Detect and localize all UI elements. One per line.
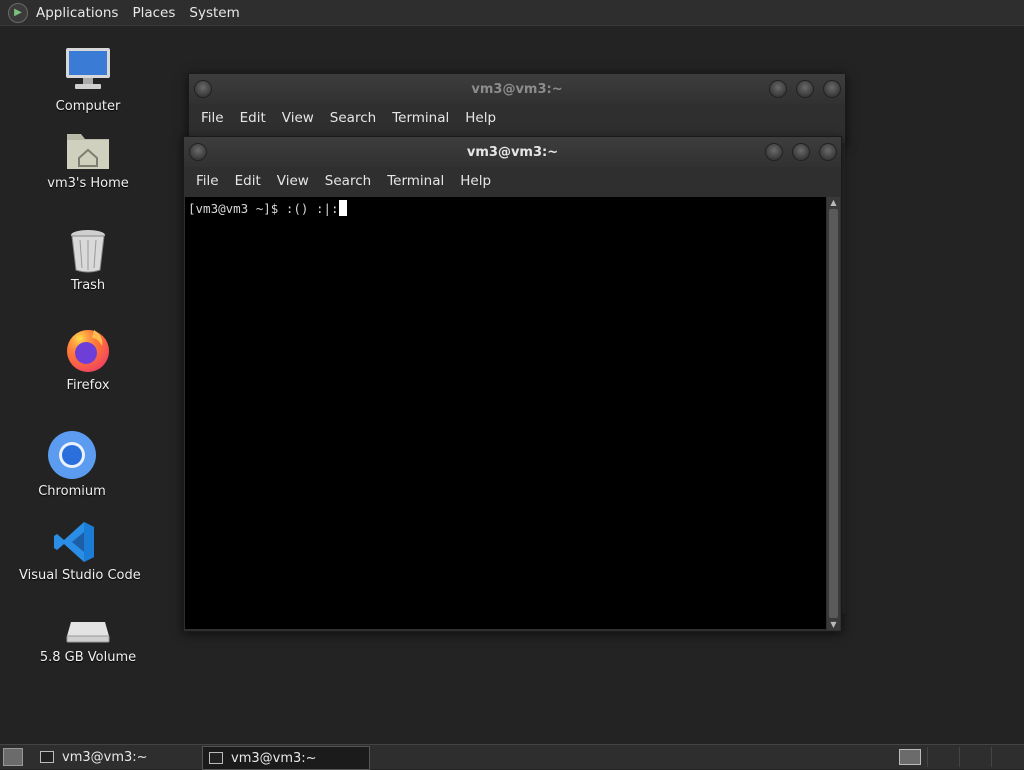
desktop-icon-label: 5.8 GB Volume	[39, 650, 137, 665]
workspace-window-thumb	[899, 749, 921, 765]
window-menubar: File Edit View Search Terminal Help	[184, 167, 841, 195]
taskbar-item-label: vm3@vm3:~	[62, 749, 148, 765]
desktop-icon-label: Trash	[70, 278, 106, 293]
window-titlebar[interactable]: vm3@vm3:~	[184, 137, 841, 167]
bottom-panel: vm3@vm3:~ vm3@vm3:~	[0, 744, 1024, 770]
menu-edit[interactable]: Edit	[236, 110, 278, 126]
menu-search[interactable]: Search	[321, 173, 383, 189]
desktop-icon-firefox[interactable]: Firefox	[33, 326, 143, 393]
terminal-icon	[40, 751, 54, 763]
desktop-icon-trash[interactable]: Trash	[33, 228, 143, 293]
window-titlebar[interactable]: vm3@vm3:~	[189, 74, 845, 104]
desktop-icon-computer[interactable]: Computer	[33, 45, 143, 114]
window-title: vm3@vm3:~	[466, 144, 559, 160]
applications-logo-icon[interactable]: ▶	[8, 2, 28, 23]
computer-icon	[63, 45, 113, 95]
menu-view[interactable]: View	[278, 110, 326, 126]
scroll-up-icon[interactable]: ▲	[827, 198, 840, 207]
window-menubar: File Edit View Search Terminal Help	[189, 104, 845, 132]
terminal-output[interactable]: [vm3@vm3 ~]$ :() :|:	[185, 197, 826, 629]
text-cursor	[338, 200, 347, 216]
terminal-prompt: [vm3@vm3 ~]$	[188, 201, 286, 216]
desktop-icon-chromium[interactable]: Chromium	[17, 430, 127, 499]
menu-terminal[interactable]: Terminal	[383, 173, 456, 189]
scroll-down-icon[interactable]: ▼	[827, 620, 840, 629]
firefox-icon	[64, 326, 112, 374]
workspace-1[interactable]	[895, 747, 925, 767]
desktop-icon-home[interactable]: vm3's Home	[33, 128, 143, 191]
scroll-thumb[interactable]	[829, 209, 838, 618]
taskbar-item-active[interactable]: vm3@vm3:~	[202, 746, 370, 770]
home-folder-icon	[65, 128, 111, 172]
desktop-icon-label: Computer	[55, 99, 121, 114]
maximize-icon[interactable]	[792, 143, 810, 161]
window-menu-icon[interactable]	[189, 143, 207, 161]
menu-places[interactable]: Places	[126, 5, 183, 21]
window-title: vm3@vm3:~	[471, 81, 563, 97]
minimize-icon[interactable]	[769, 80, 787, 98]
terminal-icon	[209, 752, 223, 764]
show-desktop-icon[interactable]	[3, 748, 23, 766]
workspace-2[interactable]	[927, 747, 958, 767]
desktop-icon-vscode[interactable]: Visual Studio Code	[19, 520, 141, 583]
menu-applications[interactable]: Applications	[34, 5, 126, 21]
terminal-window-front[interactable]: vm3@vm3:~ File Edit View Search Terminal…	[183, 136, 842, 632]
workspace-3[interactable]	[959, 747, 990, 767]
taskbar-item-label: vm3@vm3:~	[231, 750, 317, 766]
desktop-icon-label: Visual Studio Code	[19, 568, 141, 583]
trash-icon	[68, 228, 108, 274]
terminal-line: [vm3@vm3 ~]$ :() :|:	[185, 197, 826, 216]
terminal-window-back[interactable]: vm3@vm3:~ File Edit View Search Terminal…	[188, 73, 846, 145]
menu-view[interactable]: View	[273, 173, 321, 189]
desktop-icon-label: vm3's Home	[47, 176, 129, 191]
desktop-icon-label: Chromium	[38, 484, 106, 499]
menu-terminal[interactable]: Terminal	[388, 110, 461, 126]
window-menu-icon[interactable]	[194, 80, 212, 98]
menu-file[interactable]: File	[192, 173, 231, 189]
workspace-4[interactable]	[991, 747, 1022, 767]
maximize-icon[interactable]	[796, 80, 814, 98]
terminal-scrollbar[interactable]: ▲ ▼	[827, 197, 840, 630]
desktop-icon-volume[interactable]: 5.8 GB Volume	[33, 614, 143, 665]
close-icon[interactable]	[819, 143, 837, 161]
menu-file[interactable]: File	[197, 110, 236, 126]
menu-help[interactable]: Help	[456, 173, 503, 189]
menu-help[interactable]: Help	[461, 110, 508, 126]
vscode-icon	[52, 520, 96, 564]
minimize-icon[interactable]	[765, 143, 783, 161]
taskbar-item[interactable]: vm3@vm3:~	[34, 746, 200, 768]
menu-system[interactable]: System	[183, 5, 247, 21]
chromium-icon	[47, 430, 97, 480]
menu-search[interactable]: Search	[326, 110, 388, 126]
drive-icon	[65, 614, 111, 646]
menu-edit[interactable]: Edit	[231, 173, 273, 189]
close-icon[interactable]	[823, 80, 841, 98]
terminal-command: :() :|:	[285, 201, 339, 216]
desktop-icon-label: Firefox	[66, 378, 110, 393]
top-panel: ▶ Applications Places System	[0, 0, 1024, 26]
